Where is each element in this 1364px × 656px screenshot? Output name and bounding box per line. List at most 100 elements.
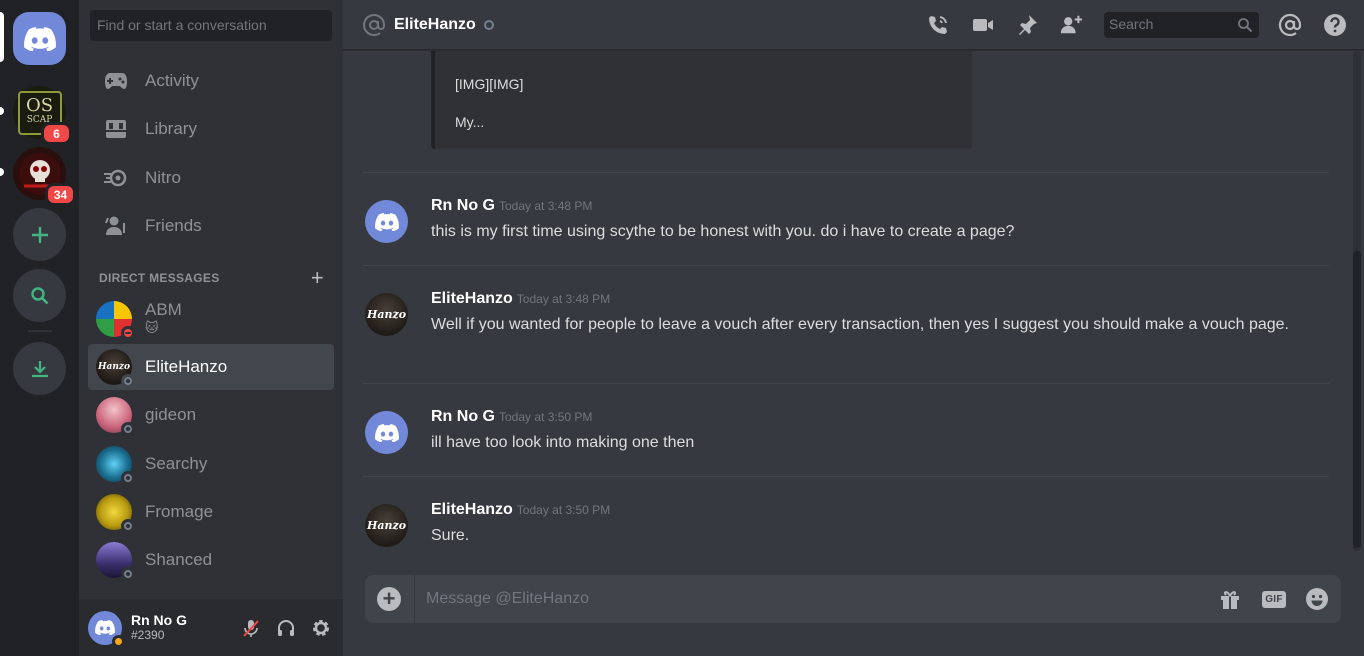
search-placeholder: Search bbox=[1109, 16, 1154, 32]
message-input[interactable] bbox=[426, 587, 1206, 611]
message-timestamp: Today at 3:50 PM bbox=[516, 503, 611, 517]
nav-friends[interactable]: Friends bbox=[89, 205, 334, 247]
message-avatar[interactable]: Hanzo bbox=[365, 504, 408, 547]
avatar bbox=[96, 446, 135, 485]
chat-area: EliteHanzo Search [IMG][IMG] My... Rn No… bbox=[343, 0, 1364, 656]
chat-header: EliteHanzo Search bbox=[343, 0, 1364, 50]
message-timestamp: Today at 3:48 PM bbox=[516, 292, 611, 306]
dm-name: ABM bbox=[145, 300, 182, 319]
embed-line: My... bbox=[455, 114, 485, 130]
add-user-icon bbox=[1060, 15, 1083, 34]
dm-item-abm[interactable]: ABM 🐱 bbox=[88, 296, 334, 342]
dm-item-elitehanzo[interactable]: Hanzo EliteHanzo bbox=[88, 344, 334, 390]
server-skull[interactable]: 34 bbox=[13, 147, 76, 206]
embed-line: [IMG][IMG] bbox=[455, 76, 524, 92]
nav-nitro[interactable]: Nitro bbox=[89, 157, 334, 199]
status-offline-icon bbox=[483, 19, 494, 30]
status-idle-icon bbox=[112, 634, 125, 648]
status-offline-icon bbox=[121, 471, 135, 485]
phone-call-icon bbox=[929, 16, 947, 34]
headphones-icon bbox=[278, 619, 294, 636]
status-dnd-icon bbox=[121, 326, 135, 340]
deafen-button[interactable] bbox=[273, 615, 299, 641]
mute-microphone-button[interactable] bbox=[238, 615, 264, 641]
download-apps-button[interactable] bbox=[13, 342, 66, 395]
message-timestamp: Today at 3:48 PM bbox=[499, 199, 593, 213]
message-author[interactable]: EliteHanzo bbox=[431, 290, 513, 307]
message-composer: + GIF bbox=[365, 575, 1341, 623]
nav-label: Activity bbox=[145, 71, 199, 90]
message-author[interactable]: Rn No G bbox=[431, 408, 495, 425]
discord-logo-icon bbox=[374, 212, 399, 231]
discord-logo-icon bbox=[95, 620, 115, 635]
explore-servers-button[interactable] bbox=[13, 269, 66, 322]
avatar bbox=[96, 542, 135, 581]
dm-item-shanced[interactable]: Shanced bbox=[88, 537, 334, 583]
avatar bbox=[96, 397, 135, 436]
user-info: Rn No G #2390 bbox=[131, 612, 238, 643]
add-server-button[interactable] bbox=[13, 208, 66, 261]
library-icon bbox=[101, 114, 131, 144]
avatar: Hanzo bbox=[96, 349, 135, 388]
add-friends-to-dm-button[interactable] bbox=[1059, 13, 1083, 37]
nav-library[interactable]: Library bbox=[89, 108, 334, 150]
message-divider bbox=[363, 265, 1329, 266]
message-avatar[interactable] bbox=[365, 200, 408, 243]
message-text: Sure. bbox=[431, 527, 470, 544]
avatar bbox=[96, 494, 135, 533]
dm-item-fromage[interactable]: Fromage bbox=[88, 489, 334, 535]
unread-pill bbox=[0, 168, 4, 176]
user-settings-button[interactable] bbox=[308, 615, 334, 641]
discord-window: OS SCAP 6 34 Find or start a conversatio… bbox=[0, 0, 1364, 656]
header-search-input[interactable]: Search bbox=[1104, 12, 1259, 38]
home-button[interactable] bbox=[13, 12, 66, 65]
gif-picker-button[interactable]: GIF bbox=[1261, 587, 1287, 611]
custom-status: 🐱 bbox=[145, 320, 159, 335]
nitro-icon bbox=[101, 163, 131, 193]
scrollbar-thumb[interactable] bbox=[1353, 251, 1361, 548]
microphone-muted-icon bbox=[243, 619, 259, 637]
os-logo-text: OS bbox=[25, 94, 54, 116]
message-text: this is my first time using scythe to be… bbox=[431, 223, 1015, 240]
discord-logo-icon bbox=[23, 26, 56, 51]
direct-messages-header: DIRECT MESSAGES + bbox=[99, 267, 324, 289]
dm-item-searchy[interactable]: Searchy bbox=[88, 441, 334, 487]
message-embed: [IMG][IMG] My... bbox=[431, 51, 972, 149]
status-offline-icon bbox=[121, 374, 135, 388]
selected-server-pill bbox=[0, 12, 4, 62]
unread-pill bbox=[0, 107, 4, 115]
avatar bbox=[96, 301, 135, 340]
dm-item-gideon[interactable]: gideon bbox=[88, 392, 334, 438]
help-button[interactable] bbox=[1323, 13, 1347, 37]
mentions-button[interactable] bbox=[1278, 13, 1302, 37]
pinned-messages-button[interactable] bbox=[1015, 13, 1039, 37]
server-os-scape[interactable]: OS SCAP 6 bbox=[13, 86, 72, 145]
hanzo-avatar-text: Hanzo bbox=[98, 362, 130, 372]
message-avatar[interactable]: Hanzo bbox=[365, 293, 408, 336]
message-text: ill have too look into making one then bbox=[431, 434, 695, 451]
start-video-call-button[interactable] bbox=[971, 13, 995, 37]
status-offline-icon bbox=[121, 519, 135, 533]
channel-title: EliteHanzo bbox=[394, 15, 476, 33]
help-icon bbox=[1324, 14, 1346, 36]
message-divider bbox=[363, 383, 1329, 384]
rail-separator bbox=[28, 330, 52, 332]
gift-button[interactable] bbox=[1217, 587, 1243, 611]
message-author[interactable]: Rn No G bbox=[431, 197, 495, 214]
user-panel: Rn No G #2390 bbox=[79, 599, 343, 656]
message-author[interactable]: EliteHanzo bbox=[431, 501, 513, 518]
dm-name: Shanced bbox=[145, 550, 213, 569]
message-list: [IMG][IMG] My... Rn No G Today at 3:48 PM… bbox=[343, 51, 1364, 556]
user-avatar[interactable] bbox=[88, 610, 125, 648]
message-avatar[interactable] bbox=[365, 411, 408, 454]
create-dm-icon[interactable]: + bbox=[311, 267, 324, 289]
upload-file-button[interactable]: + bbox=[377, 587, 401, 611]
find-conversation-button[interactable]: Find or start a conversation bbox=[90, 10, 332, 41]
start-voice-call-button[interactable] bbox=[926, 13, 950, 37]
dm-sidebar: Find or start a conversation Activity Li… bbox=[79, 0, 343, 656]
gift-icon bbox=[1221, 591, 1239, 609]
search-icon bbox=[30, 286, 48, 304]
dm-name: EliteHanzo bbox=[145, 357, 228, 376]
emoji-picker-button[interactable] bbox=[1304, 587, 1330, 611]
nav-activity[interactable]: Activity bbox=[89, 60, 334, 102]
